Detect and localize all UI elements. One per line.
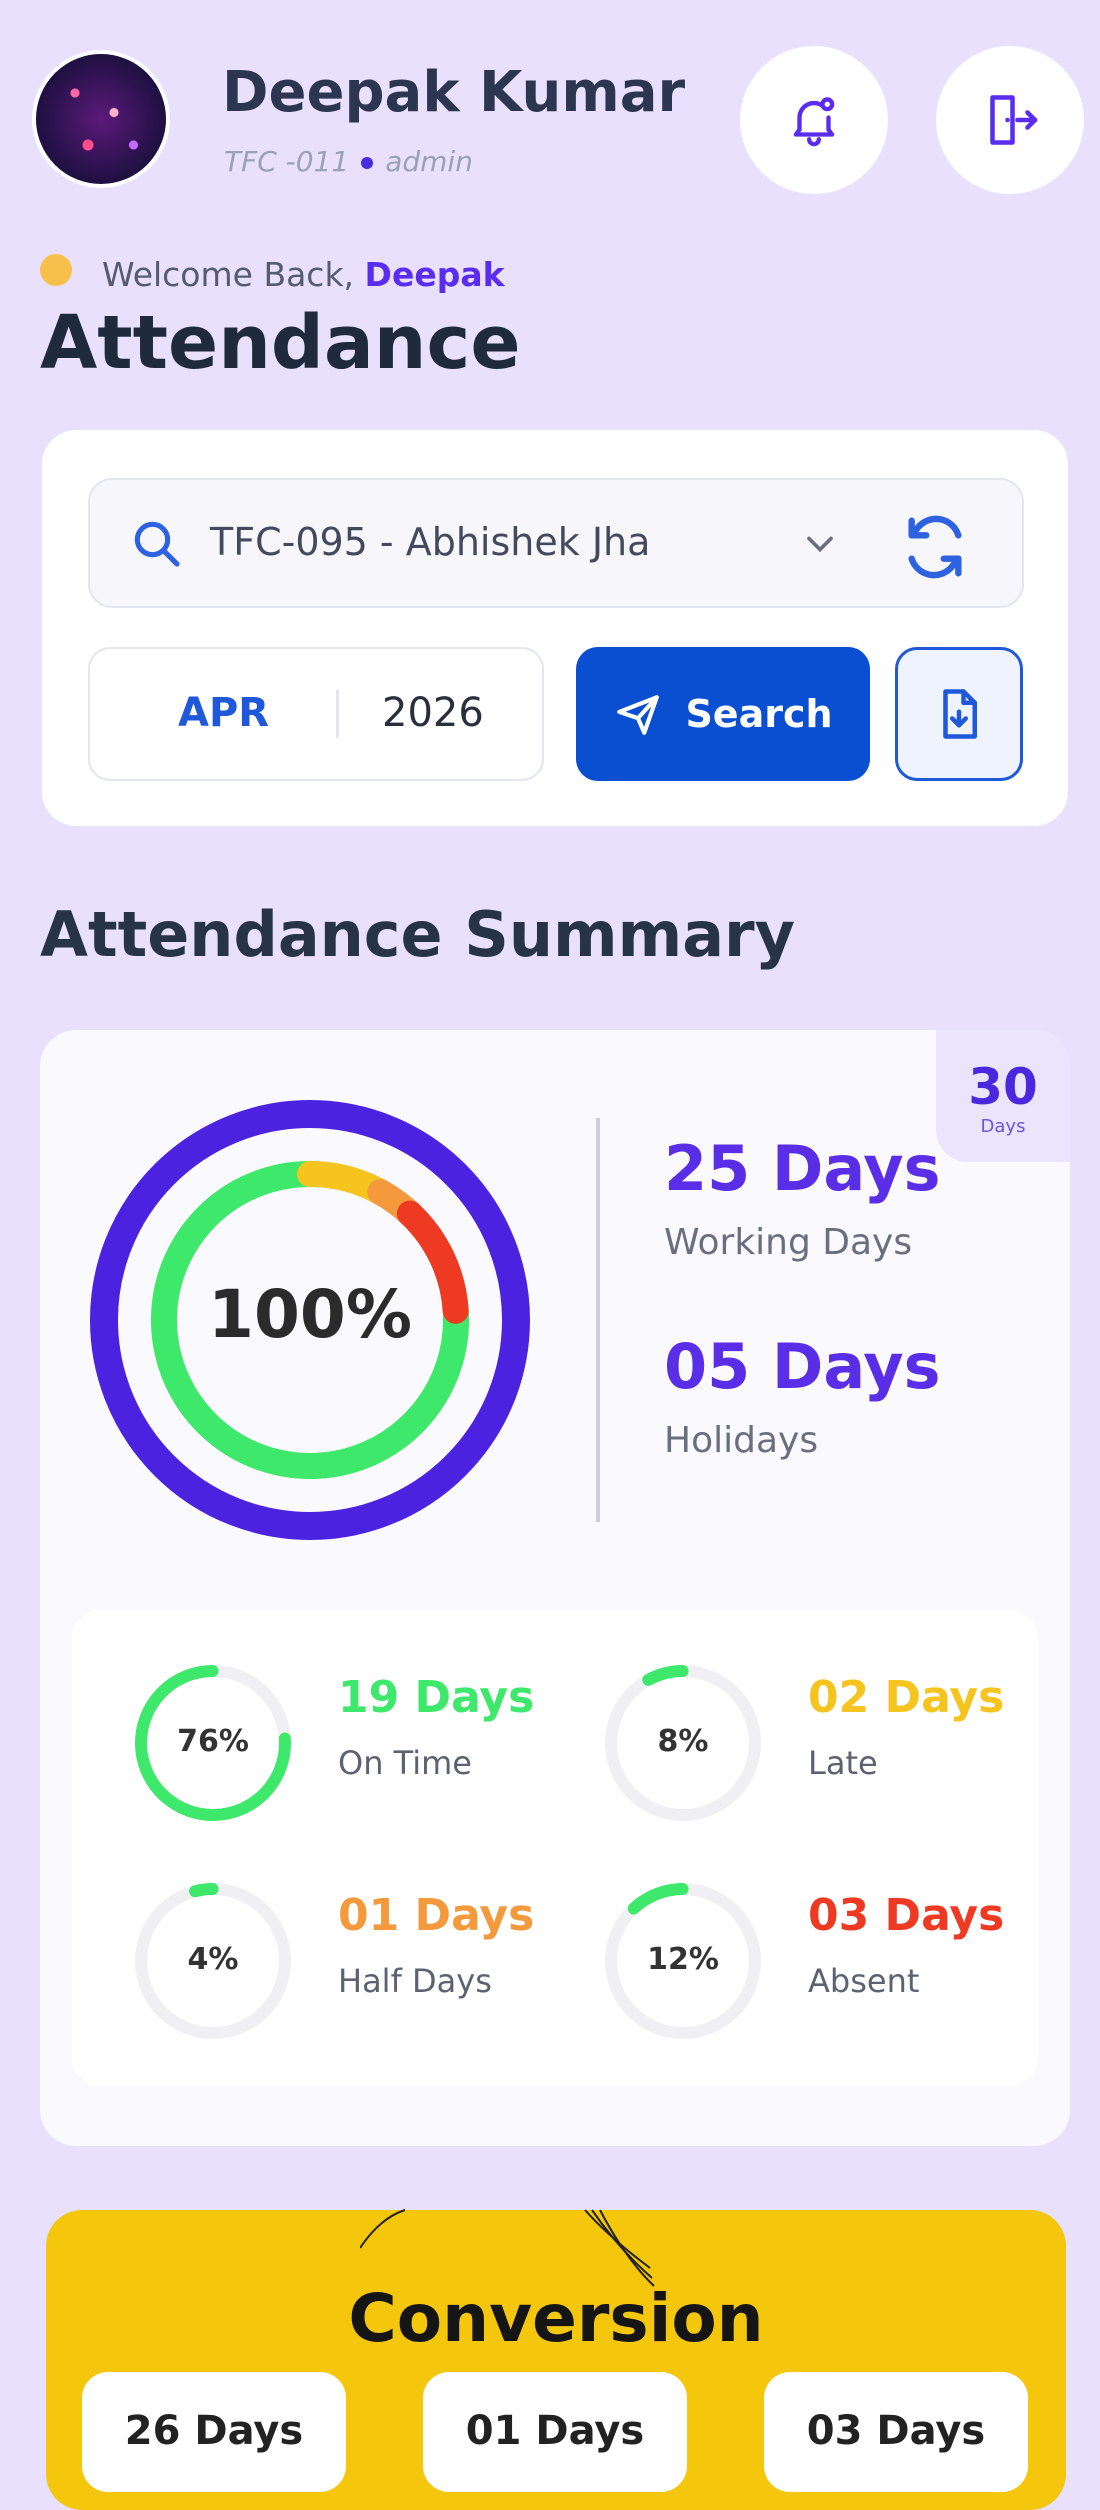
search-button[interactable]: Search <box>576 647 870 781</box>
total-days-value: 30 <box>968 1058 1038 1116</box>
absent-percent: 12% <box>647 1942 719 1977</box>
conversion-box: 26 Days <box>82 2372 346 2492</box>
holidays-label: Holidays <box>664 1420 819 1461</box>
separator-dot <box>361 157 374 169</box>
notification-button[interactable] <box>740 46 888 194</box>
divider <box>596 1118 600 1522</box>
conversion-value: 26 Days <box>124 2408 304 2454</box>
half-days-value: 01 Days <box>338 1890 535 1941</box>
employee-select-value: TFC-095 - Abhishek Jha <box>210 520 651 564</box>
late-label: Late <box>808 1744 878 1782</box>
half-days-label: Half Days <box>338 1962 492 2000</box>
user-meta: TFC -011 admin <box>224 145 473 178</box>
conversion-box: 01 Days <box>423 2372 687 2492</box>
conversion-title: Conversion <box>348 2280 764 2357</box>
total-days-label: Days <box>980 1116 1026 1137</box>
chevron-down-icon[interactable] <box>798 522 842 566</box>
conversion-value: 03 Days <box>806 2408 986 2454</box>
user-name: Deepak Kumar <box>222 60 686 125</box>
conversion-box: 03 Days <box>764 2372 1028 2492</box>
ring-progress <box>189 1883 219 1898</box>
decoration-icon <box>360 2209 655 2287</box>
logout-icon <box>990 95 1038 145</box>
month-value[interactable]: APR <box>178 690 269 736</box>
conversion-value: 01 Days <box>465 2408 645 2454</box>
ring-progress <box>642 1665 689 1686</box>
on-time-value: 19 Days <box>338 1672 535 1723</box>
divider <box>336 690 339 738</box>
on-time-percent: 76% <box>177 1724 249 1759</box>
logout-button[interactable] <box>936 46 1084 194</box>
section-title: Attendance Summary <box>40 898 796 971</box>
employee-id: TFC -011 <box>224 145 350 178</box>
on-time-label: On Time <box>338 1744 472 1782</box>
search-button-label: Search <box>685 692 833 736</box>
holidays-value: 05 Days <box>664 1330 941 1403</box>
ring-progress <box>627 1883 689 1915</box>
working-days-label: Working Days <box>664 1222 913 1263</box>
refresh-icon[interactable] <box>900 512 970 582</box>
page-title: Attendance <box>40 300 521 386</box>
file-download-icon <box>943 689 977 739</box>
welcome-prefix: Welcome Back, <box>102 255 355 294</box>
sun-icon <box>40 254 72 286</box>
half-days-percent: 4% <box>187 1942 239 1977</box>
year-value[interactable]: 2026 <box>382 690 484 736</box>
export-button[interactable] <box>895 647 1023 781</box>
search-icon <box>134 521 180 567</box>
bell-icon <box>793 97 835 147</box>
welcome-name: Deepak <box>364 255 505 294</box>
absent-label: Absent <box>808 1962 920 2000</box>
working-days-value: 25 Days <box>664 1132 941 1205</box>
attendance-percent: 100% <box>208 1276 412 1353</box>
welcome-text: Welcome Back, Deepak <box>102 255 505 294</box>
absent-value: 03 Days <box>808 1890 1005 1941</box>
send-icon <box>617 695 660 735</box>
late-percent: 8% <box>657 1724 709 1759</box>
late-value: 02 Days <box>808 1672 1005 1723</box>
avatar[interactable] <box>32 50 170 188</box>
user-role: admin <box>385 145 473 178</box>
total-days-badge: 30 Days <box>936 1030 1070 1162</box>
